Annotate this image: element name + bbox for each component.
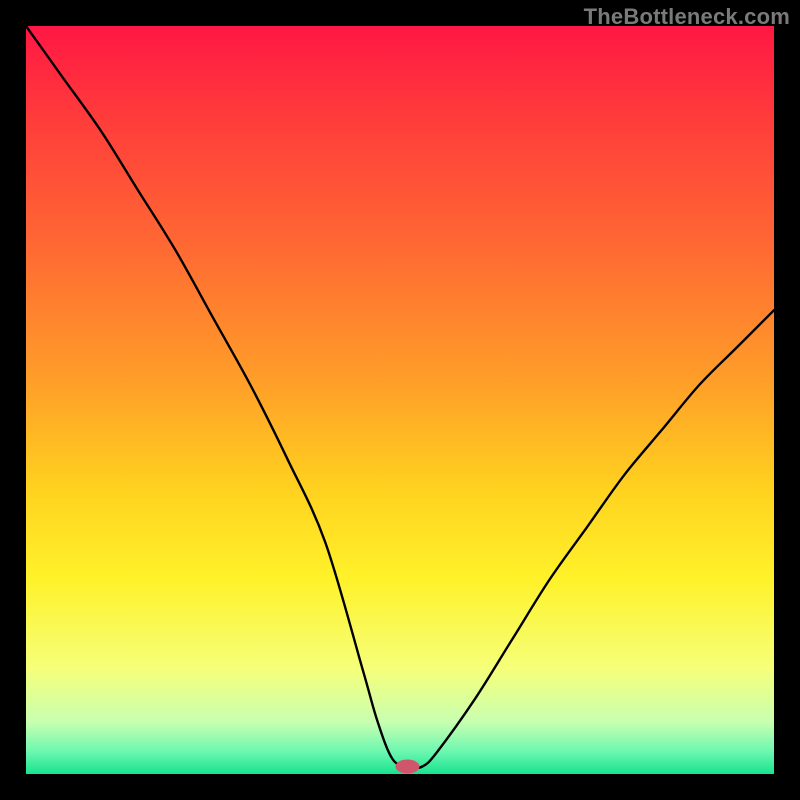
chart-frame: TheBottleneck.com [0, 0, 800, 800]
gradient-background [26, 26, 774, 774]
optimal-marker [395, 760, 419, 774]
bottleneck-curve-chart [26, 26, 774, 774]
plot-area [26, 26, 774, 774]
